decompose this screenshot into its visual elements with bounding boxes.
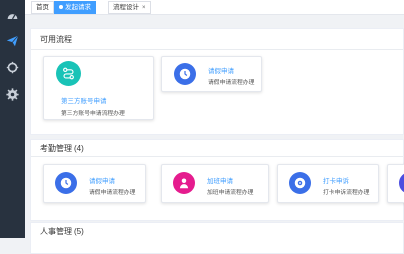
card-description: 打卡申诉流程办理: [323, 190, 370, 196]
section-title: 人事管理 (5): [40, 227, 84, 236]
tab-label: 流程设计: [113, 4, 139, 11]
card-description: 请假申请流程办理: [89, 190, 136, 196]
card-title: 第三方账号申请: [61, 98, 107, 105]
active-dot-icon: [59, 5, 63, 10]
clock-icon: [174, 63, 196, 85]
divider: [31, 156, 403, 157]
location-icon: [289, 172, 311, 194]
process-card-overtime-request[interactable]: 加班申请 加班申请流程办理: [161, 164, 269, 203]
section-title: 考勤管理 (4): [40, 144, 84, 153]
route-icon: [56, 61, 81, 86]
process-card-third-party-account[interactable]: 第三方账号申请 第三方账号申请流程办理: [43, 56, 154, 120]
process-card-leave-request[interactable]: 请假申请 请假申请流程办理: [161, 56, 262, 92]
tab-home[interactable]: 首页: [31, 1, 54, 14]
clock-icon: [55, 172, 77, 194]
process-card-leave-request[interactable]: 请假申请 请假申请流程办理: [43, 164, 146, 203]
main-content: 可用流程 第三方账号申请 第三方账号申请流程办理 请假申请 请假申请流程办理 考…: [25, 15, 404, 254]
person-icon: [173, 172, 195, 194]
card-title: 打卡申诉: [323, 178, 349, 185]
card-description: 请假申请流程办理: [208, 80, 255, 86]
section-title: 可用流程: [40, 35, 72, 44]
tab-label: 首页: [36, 4, 49, 11]
card-title: 请假申请: [89, 178, 115, 185]
tab-bar: 首页 发起请求 流程设计 ×: [25, 0, 404, 15]
card-title: 请假申请: [208, 68, 234, 75]
section-attendance-management: 考勤管理 (4) 请假申请 请假申请流程办理 加班申请 加班申请流程办理 打卡申诉…: [30, 139, 404, 221]
process-card-clock-in-appeal[interactable]: 打卡申诉 打卡申诉流程办理: [277, 164, 379, 203]
tab-label: 发起请求: [65, 4, 91, 11]
section-hr-management: 人事管理 (5): [30, 222, 404, 254]
card-description: 加班申请流程办理: [207, 190, 254, 196]
send-icon[interactable]: [6, 34, 19, 47]
divider: [31, 49, 403, 50]
card-title: 加班申请: [207, 178, 233, 185]
section-count: (4): [74, 144, 84, 153]
target-icon[interactable]: [6, 61, 19, 74]
process-icon: [399, 172, 404, 194]
card-description: 第三方账号申请流程办理: [61, 111, 125, 117]
sidebar: [0, 0, 25, 238]
process-card-partial[interactable]: [387, 164, 404, 203]
settings-icon[interactable]: [6, 88, 19, 101]
tab-initiate-request[interactable]: 发起请求: [54, 1, 96, 14]
dashboard-icon[interactable]: [6, 10, 19, 23]
section-count: (5): [74, 227, 84, 236]
tab-process-design[interactable]: 流程设计 ×: [108, 1, 151, 14]
close-icon[interactable]: ×: [142, 5, 146, 11]
section-available-processes: 可用流程 第三方账号申请 第三方账号申请流程办理 请假申请 请假申请流程办理: [30, 28, 404, 135]
